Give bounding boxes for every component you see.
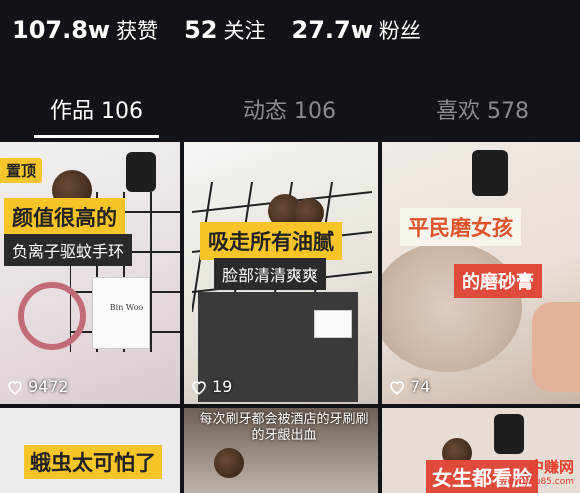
post-subtitle: 负离子驱蚊手环 [4,234,133,266]
post-likes-count: 19 [212,377,233,396]
post-card[interactable]: 蛾虫太可怕了 [0,408,180,493]
plant-pot-image [494,414,524,454]
likes-received-count: 107.8w [12,16,111,44]
product-box-image: Bin Woo [92,277,150,349]
site-watermark-url: www.you85.com [499,477,574,487]
following-label: 关注 [223,19,266,43]
followers-count: 27.7w [291,16,373,44]
post-card[interactable]: Bin Woo 置顶 颜值很高的 负离子驱蚊手环 9472 [0,142,180,404]
followers-stat[interactable]: 27.7w 粉丝 [292,15,421,45]
post-headline: 颜值很高的 [4,198,125,236]
post-likes: 74 [388,377,430,396]
pinecone-image [214,448,244,478]
hand-image [532,302,580,392]
pinned-badge: 置顶 [0,158,43,183]
heart-icon [390,380,404,395]
following-stat[interactable]: 52 关注 [184,15,265,45]
likes-received-label: 获赞 [116,19,159,43]
post-likes-count: 74 [410,377,431,396]
post-headline: 蛾虫太可怕了 [24,445,162,479]
scrub-jar-image [382,242,522,372]
post-card[interactable]: 平民磨女孩 的磨砂膏 74 [382,142,580,404]
profile-stats-bar: 107.8w 获赞 52 关注 27.7w 粉丝 [0,0,580,60]
site-watermark-name: 中赚网 [528,458,574,476]
tab-activity[interactable]: 动态 106 [193,88,386,138]
post-likes: 19 [190,377,232,396]
followers-label: 粉丝 [378,19,421,43]
post-likes: 9472 [6,377,69,396]
plant-pot-image [472,150,508,196]
heart-icon [192,380,206,395]
post-likes-count: 9472 [28,377,69,396]
site-watermark: 中赚网 www.you85.com [500,456,574,487]
bracelet-image [18,282,86,350]
post-caption: 每次刷牙都会被酒店的牙刷刷的牙龈出血 [199,412,369,443]
posts-grid: Bin Woo 置顶 颜值很高的 负离子驱蚊手环 9472 吸走所有油腻 脸部清… [0,142,580,493]
post-subtitle: 的磨砂膏 [454,264,542,298]
post-headline: 平民磨女孩 [400,208,521,246]
profile-tabs: 作品 106 动态 106 喜欢 578 [0,88,580,138]
heart-icon [8,380,22,395]
following-count: 52 [184,16,218,44]
post-subtitle: 脸部清清爽爽 [214,258,327,290]
tab-works[interactable]: 作品 106 [0,88,193,138]
plant-pot-image [126,152,156,192]
likes-received-stat[interactable]: 107.8w 获赞 [12,15,158,45]
tab-likes[interactable]: 喜欢 578 [386,88,579,138]
post-card[interactable]: 吸走所有油腻 脸部清清爽爽 19 [184,142,378,404]
post-headline: 吸走所有油腻 [200,222,342,260]
post-card[interactable]: 女生都看脸 中赚网 www.you85.com [382,408,580,493]
product-box-image [314,310,352,338]
